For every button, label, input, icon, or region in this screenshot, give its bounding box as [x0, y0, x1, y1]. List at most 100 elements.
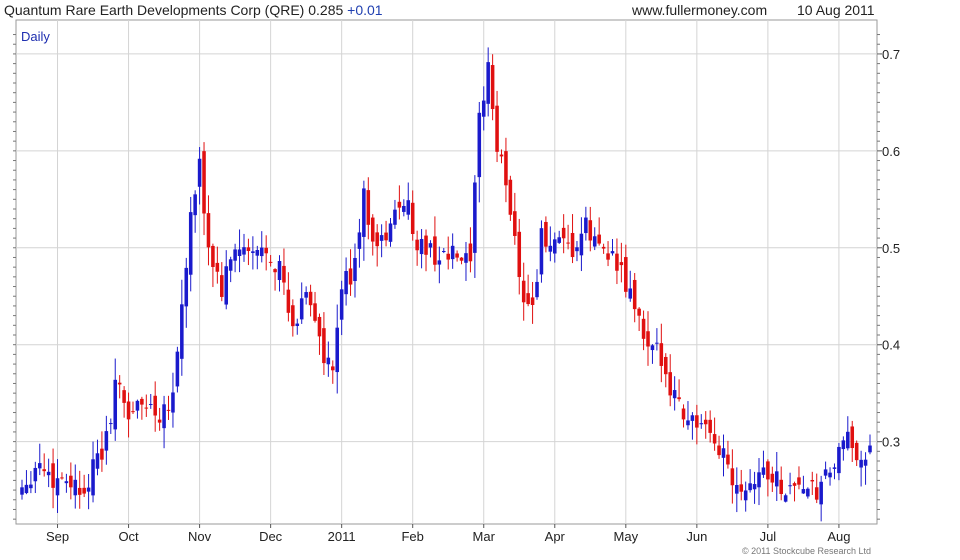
ohlc-body	[446, 253, 450, 260]
ohlc-body	[672, 390, 677, 399]
ohlc-body	[153, 395, 157, 416]
ohlc-body	[801, 489, 806, 494]
ohlc-body	[126, 401, 131, 420]
ohlc-body	[761, 467, 766, 475]
ohlc-body	[655, 342, 659, 344]
x-tick-label: Sep	[46, 529, 69, 544]
ohlc-body	[548, 245, 553, 252]
ohlc-body	[690, 415, 695, 421]
ohlc-body	[60, 477, 64, 479]
ohlc-body	[339, 289, 344, 320]
ohlc-body	[739, 484, 744, 492]
ohlc-body	[517, 231, 522, 278]
ohlc-body	[299, 298, 304, 320]
ohlc-body	[601, 246, 606, 249]
ohlc-body	[792, 483, 797, 486]
ohlc-body	[477, 112, 482, 178]
ohlc-body	[335, 327, 340, 373]
ohlc-body	[317, 316, 322, 337]
y-tick-label: 0.7	[882, 47, 900, 62]
ohlc-body	[171, 392, 175, 413]
ohlc-body	[828, 472, 832, 478]
ohlc-body	[788, 485, 792, 487]
ohlc-body	[859, 459, 863, 468]
ohlc-body	[863, 459, 868, 466]
ohlc-body	[277, 261, 282, 281]
price-chart: 0.3 0.4 0.5 0.6 0.7 Sep Oct Nov Dec 2011 Feb Mar Ap…	[13, 19, 900, 556]
ohlc-body	[686, 420, 690, 426]
ohlc-body	[148, 404, 153, 406]
x-tick-label: Nov	[188, 529, 212, 544]
ohlc-body	[202, 151, 206, 214]
ohlc-body	[530, 297, 535, 306]
ohlc-body	[442, 251, 446, 253]
ohlc-body	[304, 292, 308, 298]
y-tick-label: 0.6	[882, 144, 900, 159]
ohlc-body	[552, 239, 557, 254]
ohlc-body	[393, 209, 397, 225]
ohlc-body	[837, 446, 841, 474]
ohlc-body	[424, 235, 428, 255]
ohlc-body	[233, 249, 237, 261]
ohlc-body	[313, 303, 317, 321]
ohlc-body	[814, 487, 819, 500]
ohlc-body	[415, 239, 419, 251]
x-tick-label: Jul	[760, 529, 777, 544]
ohlc-body	[370, 217, 375, 242]
ohlc-body	[42, 469, 46, 472]
ohlc-body	[286, 289, 291, 313]
ohlc-body	[95, 453, 100, 469]
ohlc-body	[730, 468, 735, 486]
ohlc-body	[162, 404, 166, 429]
ohlc-body	[473, 182, 477, 253]
ohlc-body	[188, 212, 193, 275]
ohlc-body	[117, 382, 122, 385]
ohlc-body	[69, 475, 73, 488]
ohlc-body	[521, 280, 526, 303]
x-tick-label: Aug	[827, 529, 850, 544]
ohlc-body	[535, 281, 539, 298]
ohlc-body	[490, 65, 495, 110]
ohlc-body	[86, 487, 91, 492]
ohlc-body	[846, 431, 850, 449]
ohlc-body	[774, 471, 779, 487]
ohlc-body	[326, 357, 331, 365]
ohlc-body	[91, 459, 95, 496]
ohlc-body	[668, 372, 672, 396]
ohlc-body	[712, 434, 717, 444]
x-tick-label: Mar	[473, 529, 496, 544]
ohlc-body	[757, 472, 761, 488]
x-tick-label: Jun	[686, 529, 707, 544]
ohlc-body	[650, 345, 655, 351]
ohlc-body	[264, 247, 268, 254]
ohlc-body	[122, 390, 126, 403]
ohlc-body	[677, 397, 681, 400]
ohlc-body	[832, 467, 837, 469]
ohlc-body	[140, 398, 144, 405]
ohlc-body	[388, 223, 393, 242]
ohlc-body	[806, 488, 810, 497]
ohlc-body	[610, 251, 615, 254]
ohlc-body	[752, 484, 757, 490]
ohlc-body	[419, 239, 424, 255]
ohlc-body	[481, 100, 486, 117]
ohlc-body	[592, 236, 597, 247]
ohlc-body	[331, 366, 335, 371]
ohlc-body	[681, 408, 686, 420]
ohlc-body	[699, 423, 704, 425]
ohlc-body	[632, 279, 637, 310]
x-tick-label: Oct	[118, 529, 139, 544]
ohlc-body	[748, 483, 752, 491]
ohlc-body	[868, 445, 872, 453]
ohlc-body	[82, 487, 86, 494]
ohlc-body	[220, 275, 224, 297]
ohlc-body	[308, 291, 313, 306]
ohlc-body	[615, 253, 619, 271]
ohlc-body	[508, 179, 513, 215]
ohlc-body	[282, 265, 286, 283]
ohlc-body	[743, 490, 748, 501]
ohlc-body	[273, 269, 277, 273]
ohlc-body	[24, 484, 29, 494]
ohlc-body	[539, 228, 544, 275]
ohlc-body	[823, 469, 828, 476]
